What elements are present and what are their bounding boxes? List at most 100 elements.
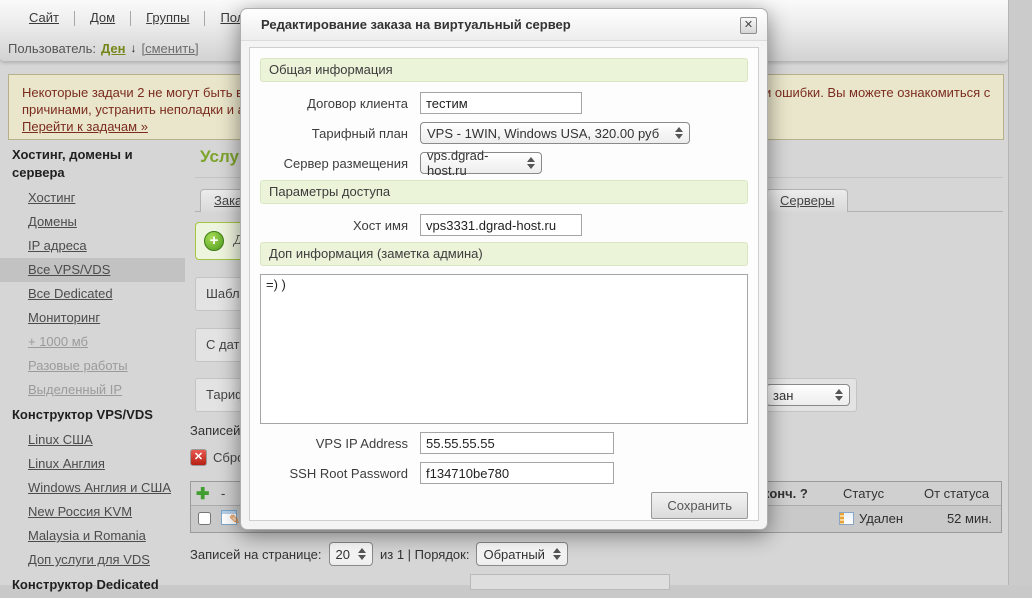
sidebar-section-hosting: Хостинг, домены и сервера [0,142,185,186]
user-label: Пользователь: [8,41,96,56]
sidebar-item-monitoring[interactable]: Мониторинг [0,306,185,330]
nav-item-site[interactable]: Сайт [14,0,74,36]
sidebar-link[interactable]: Разовые работы [28,358,128,373]
sidebar-item-linux-usa[interactable]: Linux США [0,428,185,452]
page-right-gutter [1008,0,1032,585]
add-row-icon[interactable]: ✚ [196,484,209,504]
sidebar-item-dedicated-ip[interactable]: Выделенный IP [0,378,185,402]
field-row-plan: Тарифный план VPS - 1WIN, Windows USA, 3… [260,120,748,146]
notice-line-1-right: и ошибки. Вы можете ознакомиться с [764,84,990,101]
section-access-params: Параметры доступа [260,180,748,204]
field-row-hostname: Хост имя [260,212,748,238]
close-icon[interactable]: ✕ [740,17,757,34]
server-label: Сервер размещения [260,156,420,171]
server-select-value: vps.dgrad-host.ru [427,148,519,178]
header-dash: - [221,486,225,501]
field-row-server: Сервер размещения vps.dgrad-host.ru [260,150,748,176]
sidebar-link[interactable]: Доп услуги для VDS [28,552,150,567]
sidebar-link[interactable]: Linux Англия [28,456,105,471]
sidebar-item-domains[interactable]: Домены [0,210,185,234]
ssh-password-input[interactable] [420,462,614,484]
go-to-tasks-link[interactable]: Перейти к задачам » [22,119,148,134]
select-arrows-icon [835,389,843,401]
sidebar-item-one-time-jobs[interactable]: Разовые работы [0,354,185,378]
plan-label: Тарифный план [260,126,420,141]
change-user-link[interactable]: [сменить] [142,41,199,56]
sidebar-link[interactable]: Malaysia и Romania [28,528,146,543]
nav-item-groups[interactable]: Группы [131,0,204,36]
column-finish: конч. ? [763,486,808,501]
edit-icon[interactable] [221,510,237,525]
save-button[interactable]: Сохранить [651,492,748,519]
save-row: Сохранить [260,492,748,519]
contract-input[interactable] [420,92,582,114]
sidebar-link[interactable]: New Россия KVM [28,504,132,519]
select-arrows-icon [675,127,683,139]
server-select[interactable]: vps.dgrad-host.ru [420,152,542,174]
sidebar-link[interactable]: Хостинг [28,190,75,205]
plan-select[interactable]: VPS - 1WIN, Windows USA, 320.00 руб [420,122,690,144]
username-link[interactable]: Ден [101,41,126,56]
column-status: Статус [843,486,884,501]
select-arrows-icon [527,157,535,169]
per-page-label: Записей на странице: [190,547,322,562]
arrow-down-icon: ↓ [131,41,137,55]
sidebar-item-new-russia-kvm[interactable]: New Россия KVM [0,500,185,524]
sidebar-item-ip-addresses[interactable]: IP адреса [0,234,185,258]
sidebar-link[interactable]: Все Dedicated [28,286,113,301]
order-select[interactable]: Обратный [476,542,567,566]
contract-label: Договор клиента [260,96,420,111]
order-value: Обратный [483,547,544,562]
sidebar-link[interactable]: IP адреса [28,238,87,253]
pager-middle-label: из 1 | Порядок: [380,547,469,562]
row-checkbox[interactable] [198,512,211,525]
sidebar: Хостинг, домены и сервера Хостинг Домены… [0,142,185,598]
sidebar-link[interactable]: + 1000 мб [28,334,88,349]
sidebar-link[interactable]: Linux США [28,432,93,447]
column-from-status: От статуса [924,486,989,501]
tab-servers-label: Серверы [780,193,834,208]
status-filter-value: зан [773,388,793,403]
section-general-info: Общая информация [260,58,748,82]
sidebar-item-vds-extra-services[interactable]: Доп услуги для VDS [0,548,185,572]
nav-item-home[interactable]: Дом [75,0,130,36]
hostname-input[interactable] [420,214,582,236]
reset-filters-button[interactable]: ✕ Сбро [190,449,244,466]
vps-ip-input[interactable] [420,432,614,454]
hostname-label: Хост имя [260,218,420,233]
sidebar-link[interactable]: Windows Англия и США [28,480,171,495]
section-admin-note: Доп информация (заметка админа) [260,242,748,266]
sidebar-item-all-dedicated[interactable]: Все Dedicated [0,282,185,306]
sidebar-item-1000mb[interactable]: + 1000 мб [0,330,185,354]
field-row-ssh: SSH Root Password [260,460,748,486]
sidebar-section-dedicated-constructor: Конструктор Dedicated [0,572,185,598]
admin-note-textarea[interactable]: =) ) [260,274,748,424]
edit-order-dialog: Редактирование заказа на виртуальный сер… [240,8,768,530]
sidebar-item-malaysia-romania[interactable]: Malaysia и Romania [0,524,185,548]
per-page-value: 20 [336,547,350,562]
sidebar-item-linux-england[interactable]: Linux Англия [0,452,185,476]
sidebar-item-all-vps-vds[interactable]: Все VPS/VDS [0,258,185,282]
status-window-icon [839,512,854,525]
add-plus-icon[interactable]: + [204,231,224,251]
dialog-body: Общая информация Договор клиента Тарифны… [249,47,759,521]
sidebar-link[interactable]: Все VPS/VDS [28,262,110,277]
dialog-title: Редактирование заказа на виртуальный сер… [241,9,767,41]
select-arrows-icon [553,548,561,560]
user-bar: Пользователь: Ден ↓ [сменить] [8,36,199,60]
sidebar-link[interactable]: Мониторинг [28,310,100,325]
status-filter-select[interactable]: зан [766,384,850,406]
bottom-partial-box [470,574,670,590]
select-arrows-icon [358,548,366,560]
sidebar-link[interactable]: Выделенный IP [28,382,122,397]
sidebar-link[interactable]: Домены [28,214,77,229]
sidebar-item-windows-england-usa[interactable]: Windows Англия и США [0,476,185,500]
plan-select-value: VPS - 1WIN, Windows USA, 320.00 руб [427,126,659,141]
per-page-select[interactable]: 20 [329,542,373,566]
tab-servers[interactable]: Серверы [766,189,848,212]
pagination-bar: Записей на странице: 20 из 1 | Порядок: … [190,542,568,566]
sidebar-item-hosting[interactable]: Хостинг [0,186,185,210]
reset-x-icon[interactable]: ✕ [190,449,207,466]
records-found-label: Записей [190,423,240,438]
sidebar-section-vps-constructor: Конструктор VPS/VDS [0,402,185,428]
